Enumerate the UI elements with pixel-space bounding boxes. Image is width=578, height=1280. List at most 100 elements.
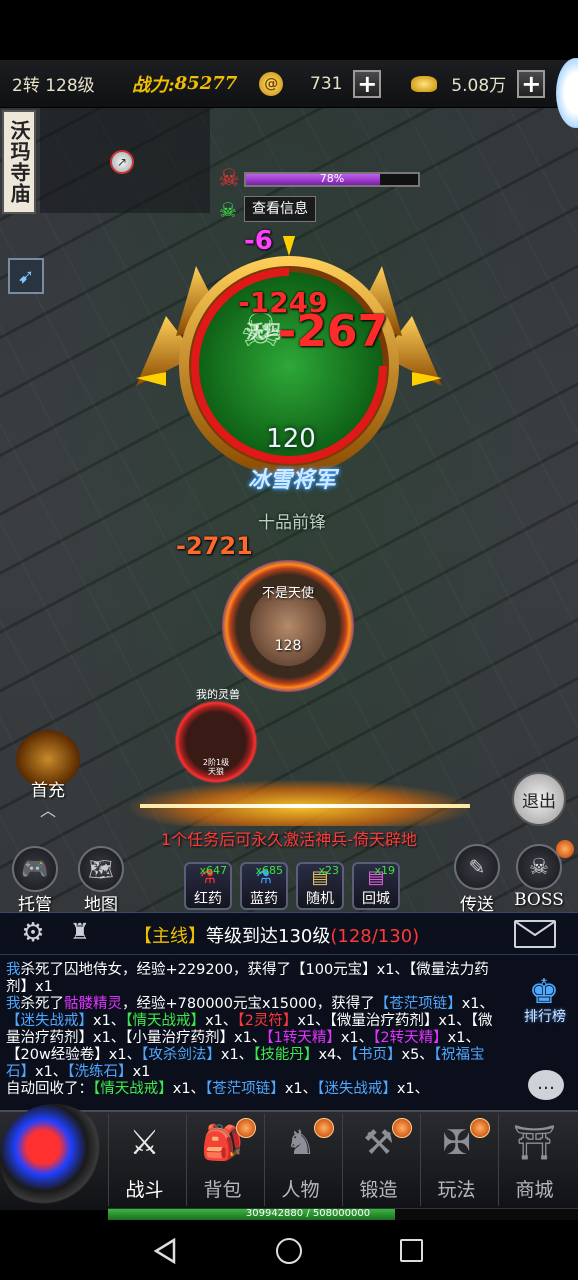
exp-bar: 309942880 / 508000000	[108, 1208, 578, 1220]
nav-tab-2[interactable]: ♞ 人物	[264, 1114, 336, 1206]
potion-count: x685	[255, 864, 283, 877]
gold-coin-icon: @	[259, 71, 284, 96]
chat-item: 【技能丹】	[253, 1047, 319, 1063]
damage-number-big: -267	[278, 306, 389, 357]
nav-tab-4[interactable]: ✠ 玩法	[420, 1114, 492, 1206]
top-status-bar: 2转 128级 战力: 85277 @ 731 + 5.08万 +	[0, 60, 578, 108]
chat-item: 【情天战戒】	[125, 1013, 206, 1029]
chat-item: x5、	[401, 1047, 434, 1063]
gold-amount: 731	[310, 73, 343, 94]
notification-dot	[556, 840, 574, 858]
divider	[0, 954, 578, 955]
nav-label: 商城	[515, 1179, 554, 1201]
chat-self: 我	[6, 962, 21, 978]
chat-monster: 骷髅精灵	[64, 996, 122, 1012]
add-ingot-button[interactable]: +	[517, 69, 546, 98]
potion-count: x19	[374, 864, 395, 877]
plus-icon: +	[521, 69, 542, 98]
boss-level: 120	[266, 424, 316, 454]
chat-item: x1、	[396, 1081, 430, 1097]
nav-tab-3[interactable]: ⚒ 锻造	[342, 1114, 414, 1206]
view-info-button[interactable]: 查看信息	[244, 196, 316, 222]
potion-name: 随机	[306, 891, 334, 907]
chat-item: x1、	[284, 1081, 318, 1097]
power-label: 战力:	[132, 74, 175, 96]
potion-slot-return[interactable]: x19 ▤ 回城	[352, 862, 400, 910]
chat-item: x1、	[35, 1064, 68, 1080]
boss-button[interactable]: BOSS	[508, 890, 570, 910]
chat-line: 自动回收了：【情天战戒】x1、【苍茫项链】x1、【迷失战戒】x1、	[6, 1081, 502, 1098]
mail-icon[interactable]	[514, 920, 556, 948]
power-value: 85277	[174, 73, 238, 94]
chat-item: 【洗练石】	[67, 1064, 133, 1080]
chat-item: x4、	[318, 1047, 351, 1063]
chat-item: x1、	[220, 1047, 254, 1063]
nav-tab-1[interactable]: 🎒 背包	[186, 1114, 258, 1206]
chat-bubble-icon[interactable]: …	[528, 1070, 564, 1100]
chat-item: 【2灵符】	[237, 1013, 298, 1029]
boss-skull-button-icon[interactable]: ☠	[516, 844, 562, 890]
compass-icon: ↗	[110, 150, 134, 174]
nav-tab-5[interactable]: ⛩ 商城	[498, 1114, 570, 1206]
player-level: 2转 128级	[12, 76, 95, 96]
chat-item: 【20w经验卷】x1、	[6, 1047, 142, 1063]
chat-item: 【攻杀剑法】	[141, 1047, 221, 1063]
potion-slot-random[interactable]: x23 ▤ 随机	[296, 862, 344, 910]
damage-number-small: -6	[244, 226, 273, 256]
chat-item: 【苍茫项链】	[205, 1081, 285, 1097]
nav-label: 玩法	[437, 1179, 476, 1201]
shop-icon: ⛩	[512, 1123, 557, 1163]
player-avatar-ring[interactable]	[222, 560, 354, 692]
nav-label: 人物	[281, 1179, 320, 1201]
main-quest[interactable]: 【主线】等级到达130级(128/130)	[134, 922, 419, 948]
map-icon[interactable]: 🗺	[78, 846, 124, 892]
banner-highlight: 神兵-倚天辟地	[315, 830, 417, 849]
player-title: 十品前锋	[258, 513, 326, 533]
guild-icon[interactable]: ♜	[62, 918, 98, 948]
chat-item: x1、	[461, 996, 495, 1012]
chat-text: 杀死了囚地侍女，经验+229200，获得了【100元宝】x1、【微量法力药剂】x…	[6, 962, 489, 995]
boss-hp-percent: 78%	[319, 172, 345, 185]
potion-slot-blue[interactable]: x685 ⚗ 蓝药	[240, 862, 288, 910]
boss-title: 冰雪将军	[247, 467, 336, 493]
chat-log: 我杀死了囚地侍女，经验+229200，获得了【100元宝】x1、【微量法力药剂】…	[6, 962, 502, 1098]
system-nav-bar	[0, 1220, 578, 1280]
chat-item: x1、	[340, 1030, 374, 1046]
exit-button[interactable]: 退出	[512, 772, 566, 826]
pet-stage: 2阶1级 天狼	[186, 758, 246, 776]
teleport-scroll-icon[interactable]: ✎	[454, 844, 500, 890]
quest-progress: (128/130)	[330, 926, 420, 947]
banner-prefix: 1个任务后可永久激活	[161, 830, 316, 849]
plus-icon: +	[357, 69, 378, 98]
yin-yang-skill-icon[interactable]	[0, 1104, 108, 1212]
gear-icon[interactable]: ⚙	[18, 918, 48, 948]
back-icon[interactable]	[152, 1237, 178, 1265]
activation-banner: 1个任务后可永久激活神兵-倚天辟地	[0, 826, 578, 850]
ranking-button[interactable]: 排行榜	[516, 1006, 574, 1026]
recents-icon[interactable]	[400, 1239, 423, 1262]
quest-text: 等级到达130级	[206, 926, 331, 947]
chevron-up-icon[interactable]: ︿	[34, 803, 62, 819]
potion-slot-red[interactable]: x647 ⚗ 红药	[184, 862, 232, 910]
chat-item: x1、	[172, 1081, 206, 1097]
chat-self: 我	[6, 996, 21, 1012]
chat-item: x1、	[447, 1030, 480, 1046]
chat-item: x1、	[297, 1013, 330, 1029]
nav-tab-0[interactable]: ⚔ 战斗	[108, 1114, 180, 1206]
crossed-swords-icon: ⚔	[129, 1123, 160, 1163]
potion-count: x647	[199, 864, 227, 877]
add-gold-button[interactable]: +	[353, 69, 382, 98]
gamepad-icon[interactable]: 🎮	[12, 846, 58, 892]
boss-skull-icon: ☠	[218, 164, 240, 192]
potion-name: 蓝药	[250, 891, 278, 907]
chat-item: x1、	[93, 1013, 126, 1029]
nav-label: 锻造	[359, 1179, 398, 1201]
home-icon[interactable]	[276, 1238, 302, 1264]
map-location-label: 沃玛寺庙	[2, 110, 36, 214]
first-charge-button[interactable]: 首充	[20, 776, 76, 801]
ingot-icon	[411, 75, 438, 92]
nav-label: 背包	[203, 1179, 242, 1201]
poison-skull-icon: ☠	[219, 198, 237, 222]
auto-run-icon[interactable]: ➹	[8, 258, 44, 294]
chat-item: 【苍茫项链】	[374, 996, 462, 1012]
